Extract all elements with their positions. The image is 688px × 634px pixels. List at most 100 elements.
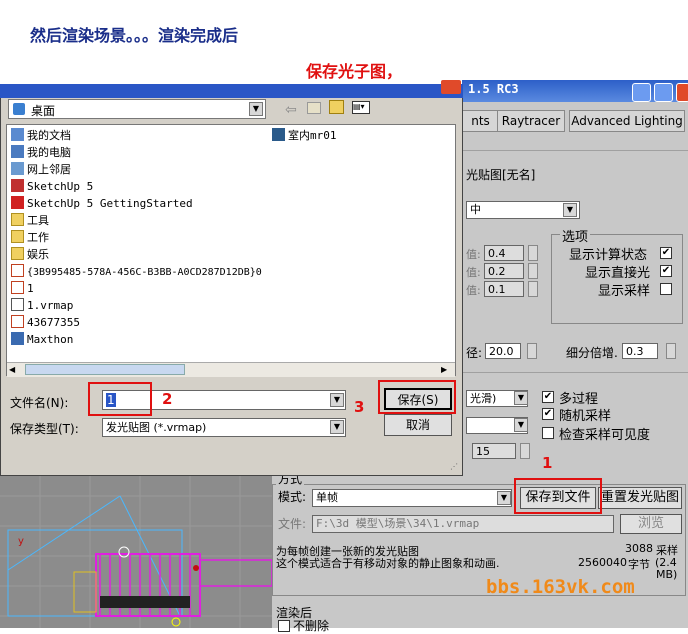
mode-label: 模式: bbox=[278, 490, 307, 504]
list-item-label: 43677355 bbox=[27, 316, 80, 329]
spinner-2-arrows[interactable] bbox=[528, 263, 538, 279]
chevron-down-icon[interactable]: ▼ bbox=[249, 102, 263, 116]
step-marker-3: 3 bbox=[354, 398, 365, 416]
subdiv-field[interactable]: 0.3 bbox=[622, 343, 658, 359]
list-item-label: 工作 bbox=[27, 231, 49, 244]
folder-icon bbox=[11, 213, 24, 226]
minimize-icon[interactable] bbox=[632, 83, 651, 102]
radius-field[interactable]: 20.0 bbox=[485, 343, 521, 359]
option-show-direct-checkbox[interactable]: ✔ bbox=[660, 265, 672, 277]
random-samples-checkbox[interactable]: ✔ bbox=[542, 408, 554, 420]
chevron-down-icon[interactable]: ▼ bbox=[330, 420, 344, 434]
scroll-right-icon[interactable]: ▶ bbox=[441, 364, 452, 375]
new-folder-icon[interactable] bbox=[329, 100, 344, 114]
radius-spinner[interactable] bbox=[527, 343, 537, 359]
my-computer-icon bbox=[11, 145, 24, 158]
dialog-close-icon[interactable] bbox=[441, 80, 461, 94]
mode-select[interactable]: 单帧 bbox=[312, 489, 512, 507]
multipass-checkbox[interactable]: ✔ bbox=[542, 391, 554, 403]
list-item[interactable]: 我的电脑 bbox=[11, 145, 71, 161]
list-item-label: 网上邻居 bbox=[27, 163, 71, 176]
up-folder-icon[interactable] bbox=[307, 102, 321, 114]
maximize-icon[interactable] bbox=[654, 83, 673, 102]
list-item[interactable]: 我的文档 bbox=[11, 128, 71, 144]
spinner-2-field[interactable]: 0.2 bbox=[484, 263, 524, 279]
viewport[interactable]: y bbox=[0, 476, 273, 628]
chevron-down-icon[interactable]: ▼ bbox=[497, 491, 511, 505]
spinner-1-arrows[interactable] bbox=[528, 245, 538, 261]
file-icon bbox=[11, 264, 24, 277]
option-show-samples-label: 显示采样 bbox=[598, 284, 651, 299]
no-delete-checkbox[interactable] bbox=[278, 620, 290, 632]
cancel-button[interactable]: 取消 bbox=[384, 414, 452, 436]
filetype-select[interactable]: 发光贴图 (*.vrmap) bbox=[102, 418, 346, 437]
highlight-box-2 bbox=[88, 382, 152, 416]
chevron-down-icon[interactable]: ▼ bbox=[514, 418, 528, 432]
spinner-2-prefix: 值: bbox=[466, 266, 481, 279]
preset-value: 中 bbox=[470, 203, 481, 216]
step-marker-2: 2 bbox=[162, 390, 173, 408]
scrollbar-thumb[interactable] bbox=[25, 364, 185, 375]
list-item[interactable]: SketchUp 5 bbox=[11, 179, 93, 195]
vrmap-file-icon bbox=[11, 298, 24, 311]
mode-description-2: 这个模式适合于有移动对象的静止图象和动画. bbox=[276, 557, 500, 570]
resize-grip-icon[interactable]: ⋰ bbox=[450, 462, 460, 472]
spinner-3-arrows[interactable] bbox=[528, 281, 538, 297]
list-item[interactable]: 工具 bbox=[11, 213, 49, 229]
view-menu-icon[interactable]: ▤▾ bbox=[352, 101, 370, 114]
desktop-icon bbox=[13, 103, 25, 115]
calc-pass-field[interactable]: 15 bbox=[472, 443, 516, 459]
calc-pass-spinner[interactable] bbox=[520, 443, 530, 459]
list-item[interactable]: SketchUp 5 GettingStarted bbox=[11, 196, 193, 212]
filetype-value: 发光贴图 (*.vrmap) bbox=[106, 421, 207, 434]
tab-raytracer[interactable]: Raytracer bbox=[497, 110, 565, 132]
list-item[interactable]: {3B995485-578A-456C-B3BB-A0CD287D12DB}0 bbox=[11, 264, 262, 280]
check-visibility-label: 检查采样可见度 bbox=[559, 428, 651, 443]
list-item-label: 工具 bbox=[27, 214, 49, 227]
list-item[interactable]: 网上邻居 bbox=[11, 162, 71, 178]
option-show-samples-checkbox[interactable] bbox=[660, 283, 672, 295]
save-dialog-titlebar bbox=[0, 84, 463, 98]
subdiv-spinner[interactable] bbox=[666, 343, 676, 359]
list-item[interactable]: 娱乐 bbox=[11, 247, 49, 263]
after-render-section bbox=[268, 600, 688, 628]
subdiv-label: 细分倍增. bbox=[566, 346, 618, 360]
render-window-title: 1.5 RC3 bbox=[468, 82, 519, 96]
chevron-down-icon[interactable]: ▼ bbox=[563, 203, 577, 217]
radius-label: 径: bbox=[466, 346, 483, 360]
chevron-down-icon[interactable]: ▼ bbox=[330, 393, 344, 407]
file-list[interactable]: 我的文档 我的电脑 网上邻居 SketchUp 5 SketchUp 5 Get… bbox=[6, 124, 456, 376]
list-item[interactable]: 43677355 bbox=[11, 315, 80, 331]
list-item[interactable]: Maxthon bbox=[11, 332, 73, 348]
horizontal-scrollbar[interactable]: ◀ ▶ bbox=[7, 362, 455, 377]
browse-button[interactable]: 浏览 bbox=[620, 514, 682, 534]
stats-samples-num: 3088 bbox=[625, 542, 653, 555]
check-visibility-checkbox[interactable] bbox=[542, 427, 554, 439]
option-show-calc-label: 显示计算状态 bbox=[569, 248, 648, 263]
highlight-box-3 bbox=[378, 380, 456, 414]
spinner-1-field[interactable]: 0.4 bbox=[484, 245, 524, 261]
location-select[interactable]: 桌面 ▼ bbox=[8, 99, 266, 119]
max-scene-icon bbox=[272, 128, 285, 141]
list-item[interactable]: 室内mr01 bbox=[272, 128, 337, 144]
reset-irradiance-map-button[interactable]: 重置发光贴图 bbox=[598, 487, 682, 509]
file-path-field[interactable]: F:\3d 模型\场景\34\1.vrmap bbox=[312, 515, 614, 533]
maxthon-icon bbox=[11, 332, 24, 345]
mode-value: 单帧 bbox=[316, 491, 338, 504]
divider bbox=[462, 372, 688, 373]
list-item[interactable]: 1.vrmap bbox=[11, 298, 73, 314]
spinner-3-field[interactable]: 0.1 bbox=[484, 281, 524, 297]
options-group-title: 选项 bbox=[560, 226, 591, 245]
list-item[interactable]: 工作 bbox=[11, 230, 49, 246]
chevron-down-icon[interactable]: ▼ bbox=[514, 391, 528, 405]
highlight-box-1 bbox=[514, 478, 602, 514]
stats-bytes-num: 2560040 bbox=[578, 556, 627, 569]
file-label: 文件: bbox=[278, 517, 307, 531]
tab-advanced-lighting[interactable]: Advanced Lighting bbox=[569, 110, 685, 132]
scroll-left-icon[interactable]: ◀ bbox=[9, 364, 20, 375]
back-arrow-icon[interactable]: ⇦ bbox=[285, 102, 297, 118]
list-item[interactable]: 1 bbox=[11, 281, 34, 297]
tab-elements[interactable]: nts bbox=[462, 110, 499, 132]
option-show-calc-checkbox[interactable]: ✔ bbox=[660, 247, 672, 259]
close-icon[interactable] bbox=[676, 83, 688, 102]
